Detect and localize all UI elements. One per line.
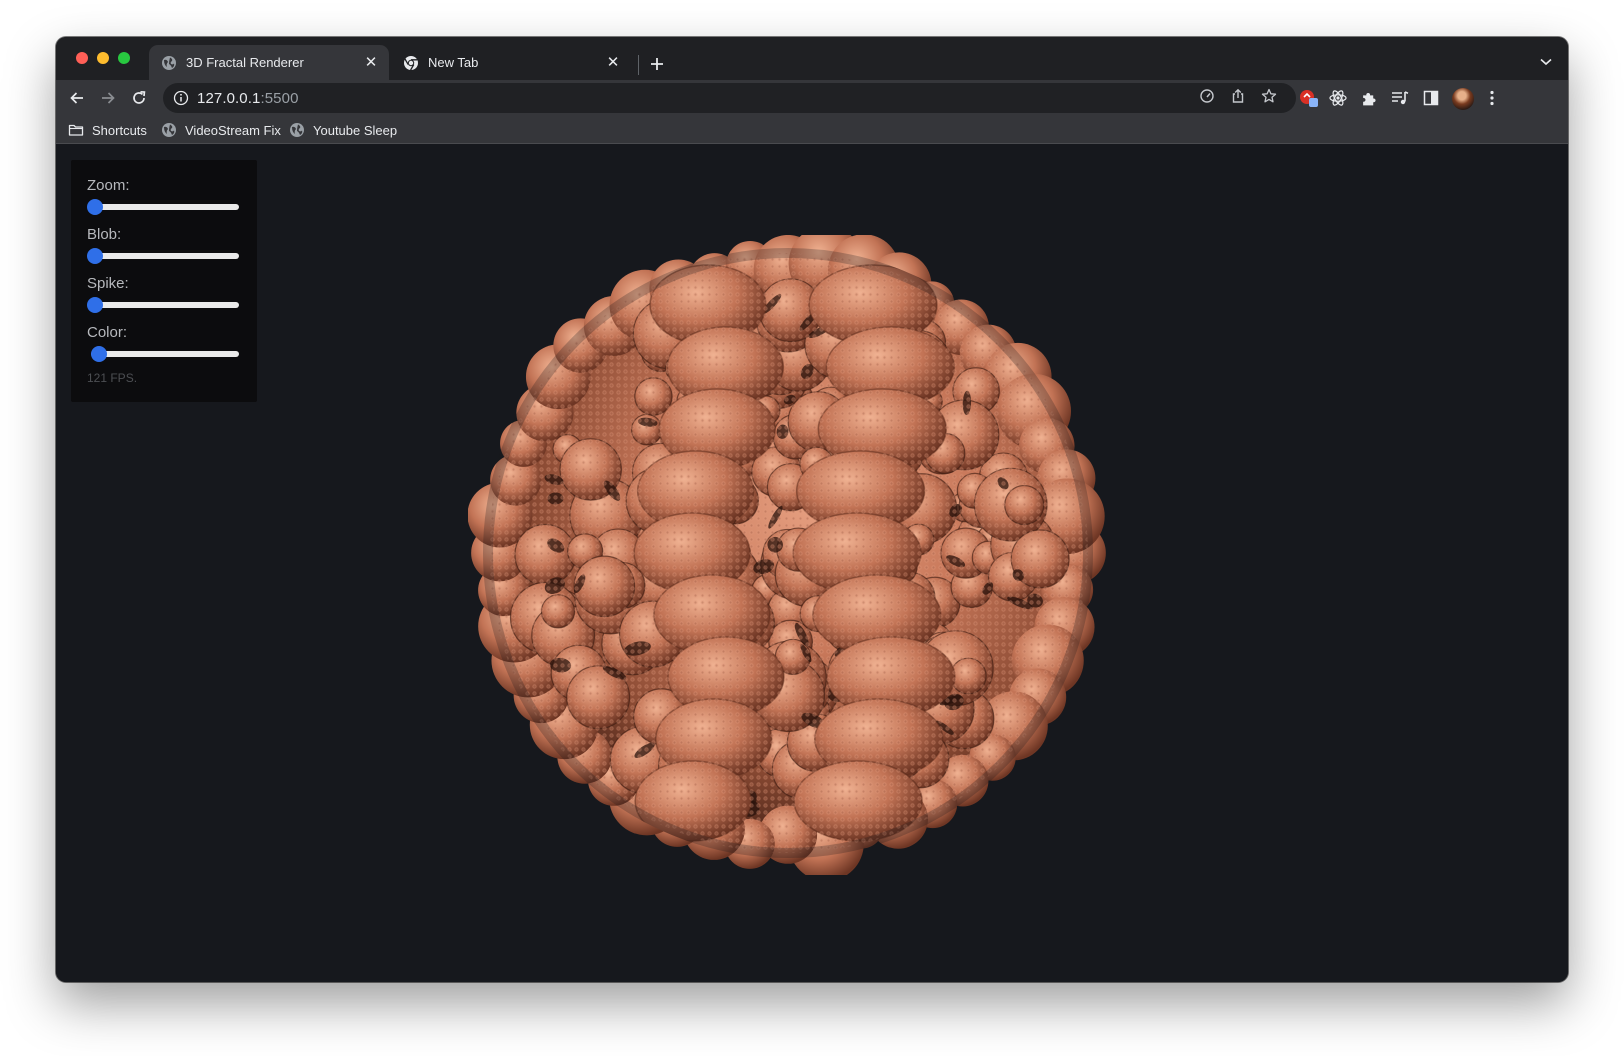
browser-window: 3D Fractal Renderer ✕ New Tab ✕ 127.0.0.… bbox=[56, 37, 1568, 982]
tab-title: New Tab bbox=[428, 55, 479, 70]
extension-red-button[interactable] bbox=[1299, 88, 1319, 108]
slider-track bbox=[91, 351, 239, 357]
back-button[interactable] bbox=[64, 85, 90, 111]
plus-icon bbox=[651, 58, 663, 70]
bookmark-youtube-sleep[interactable]: Youtube Sleep bbox=[289, 120, 397, 140]
info-icon[interactable] bbox=[173, 90, 189, 106]
chrome-menu-button[interactable] bbox=[1482, 88, 1502, 108]
bookmark-label: VideoStream Fix bbox=[185, 122, 281, 138]
slider-thumb[interactable] bbox=[87, 297, 103, 313]
reload-icon bbox=[133, 90, 146, 104]
forward-button[interactable] bbox=[95, 85, 121, 111]
bookmark-videostream-fix[interactable]: VideoStream Fix bbox=[161, 120, 281, 140]
fractal-canvas[interactable] bbox=[468, 235, 1108, 875]
extension-badge-icon bbox=[1300, 90, 1318, 107]
more-vert-icon bbox=[1490, 90, 1494, 106]
spike-slider[interactable] bbox=[87, 295, 239, 315]
fps-counter: 121 FPS. bbox=[87, 371, 138, 385]
folder-icon bbox=[68, 124, 84, 136]
slider-thumb[interactable] bbox=[87, 199, 103, 215]
globe-icon bbox=[290, 123, 304, 137]
share-button[interactable] bbox=[1229, 87, 1247, 105]
fractal-surface bbox=[468, 235, 1106, 875]
url-text: 127.0.0.1:5500 bbox=[197, 89, 299, 107]
page-content: Zoom: Blob: Spike: Color: 121 FPS. bbox=[56, 145, 1568, 982]
side-panel-icon bbox=[1423, 90, 1439, 106]
slider-track bbox=[91, 253, 239, 259]
spike-label: Spike: bbox=[87, 275, 129, 292]
close-tab-icon[interactable]: ✕ bbox=[363, 55, 379, 71]
zoom-slider[interactable] bbox=[87, 197, 239, 217]
tab-new-tab[interactable]: New Tab ✕ bbox=[391, 45, 631, 80]
queue-music-icon bbox=[1392, 91, 1409, 105]
atom-icon bbox=[1329, 90, 1347, 106]
close-window-button[interactable] bbox=[76, 52, 88, 64]
slider-track bbox=[91, 204, 239, 210]
side-panel-button[interactable] bbox=[1421, 88, 1441, 108]
address-bar[interactable]: 127.0.0.1:5500 bbox=[163, 83, 1296, 113]
controls-panel: Zoom: Blob: Spike: Color: 121 FPS. bbox=[71, 160, 257, 402]
bookmark-label: Shortcuts bbox=[92, 122, 147, 138]
blob-label: Blob: bbox=[87, 226, 122, 243]
puzzle-icon bbox=[1362, 92, 1376, 105]
tab-search-button[interactable] bbox=[1536, 52, 1556, 72]
close-tab-icon[interactable]: ✕ bbox=[605, 55, 621, 71]
minimize-window-button[interactable] bbox=[97, 52, 109, 64]
media-controls-button[interactable] bbox=[1390, 88, 1410, 108]
globe-icon bbox=[162, 55, 176, 70]
tab-title: 3D Fractal Renderer bbox=[186, 55, 304, 70]
toolbar: 127.0.0.1:5500 bbox=[56, 80, 1568, 116]
react-devtools-button[interactable] bbox=[1328, 88, 1348, 108]
arrow-right-icon bbox=[102, 92, 115, 104]
speedometer-icon bbox=[1200, 89, 1214, 103]
chrome-icon bbox=[404, 55, 418, 70]
zoom-label: Zoom: bbox=[87, 177, 130, 194]
arrow-left-icon bbox=[70, 92, 83, 104]
performance-button[interactable] bbox=[1198, 87, 1216, 105]
color-slider[interactable] bbox=[87, 344, 239, 364]
share-icon bbox=[1232, 88, 1244, 103]
star-icon bbox=[1261, 88, 1277, 103]
color-label: Color: bbox=[87, 324, 128, 341]
slider-thumb[interactable] bbox=[87, 248, 103, 264]
chevron-down-icon bbox=[1540, 58, 1552, 66]
bookmark-label: Youtube Sleep bbox=[313, 122, 398, 138]
reload-button[interactable] bbox=[126, 85, 152, 111]
globe-icon bbox=[162, 123, 176, 137]
maximize-window-button[interactable] bbox=[118, 52, 130, 64]
bookmarks-bar: Shortcuts VideoStream Fix Youtube Sleep bbox=[56, 116, 1568, 144]
blob-slider[interactable] bbox=[87, 246, 239, 266]
tab-3d-fractal-renderer[interactable]: 3D Fractal Renderer ✕ bbox=[149, 45, 389, 80]
profile-avatar[interactable] bbox=[1452, 88, 1474, 110]
extensions-button[interactable] bbox=[1359, 88, 1379, 108]
slider-thumb[interactable] bbox=[91, 346, 108, 362]
tab-separator bbox=[638, 55, 639, 75]
new-tab-button[interactable] bbox=[644, 51, 670, 77]
bookmark-star-button[interactable] bbox=[1260, 87, 1278, 105]
bookmark-shortcuts[interactable]: Shortcuts bbox=[68, 120, 147, 140]
tab-strip: 3D Fractal Renderer ✕ New Tab ✕ bbox=[56, 37, 1568, 80]
slider-track bbox=[91, 302, 239, 308]
